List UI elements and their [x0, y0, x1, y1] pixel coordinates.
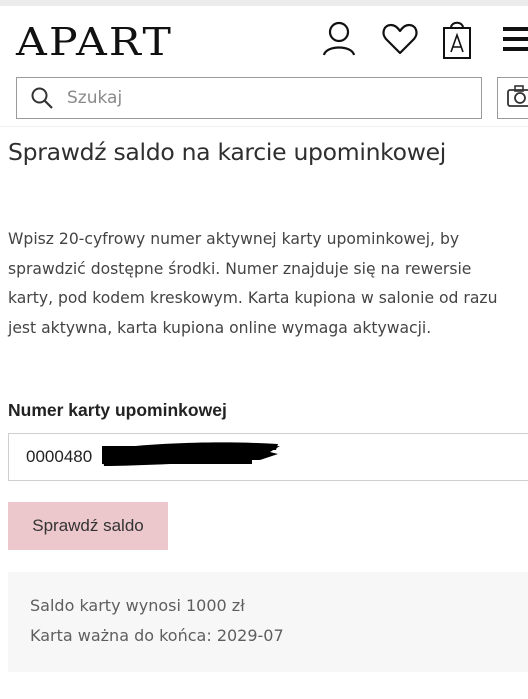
card-number-value: 0000480 [26, 447, 93, 466]
check-balance-button[interactable]: Sprawdź saldo [8, 502, 168, 550]
balance-result-panel: Saldo karty wynosi 1000 zł Karta ważna d… [8, 572, 528, 672]
validity-text: Karta ważna do końca: 2029-07 [30, 626, 284, 645]
header-divider [0, 126, 528, 127]
user-icon[interactable] [319, 18, 359, 60]
page-bottom [0, 690, 528, 699]
description-line: jest aktywna, karta kupiona online wymag… [8, 318, 432, 337]
search-icon[interactable] [29, 85, 55, 111]
description-line: karty, pod kodem kreskowym. Karta kupion… [8, 289, 498, 307]
description-line: Wpisz 20-cyfrowy numer aktywnej karty up… [8, 230, 460, 248]
camera-icon [506, 84, 528, 112]
apart-logo[interactable]: APART [16, 20, 173, 64]
search-input[interactable] [65, 87, 449, 109]
hamburger-menu-icon[interactable] [496, 18, 528, 60]
balance-text: Saldo karty wynosi 1000 zł [30, 596, 245, 615]
heart-icon[interactable] [380, 18, 420, 60]
page-title: Sprawdź saldo na karcie upominkowej [8, 138, 447, 166]
redaction-scribble [102, 442, 280, 466]
shopping-bag-icon[interactable] [437, 18, 477, 60]
card-number-label: Numer karty upominkowej [8, 400, 227, 420]
search-bar[interactable] [16, 77, 482, 119]
top-status-strip [0, 0, 528, 6]
visual-search-button[interactable] [497, 77, 528, 119]
description-line: sprawdzić dostępne środki. Numer znajduj… [8, 259, 472, 278]
description-text: Wpisz 20-cyfrowy numer aktywnej karty up… [8, 225, 528, 343]
